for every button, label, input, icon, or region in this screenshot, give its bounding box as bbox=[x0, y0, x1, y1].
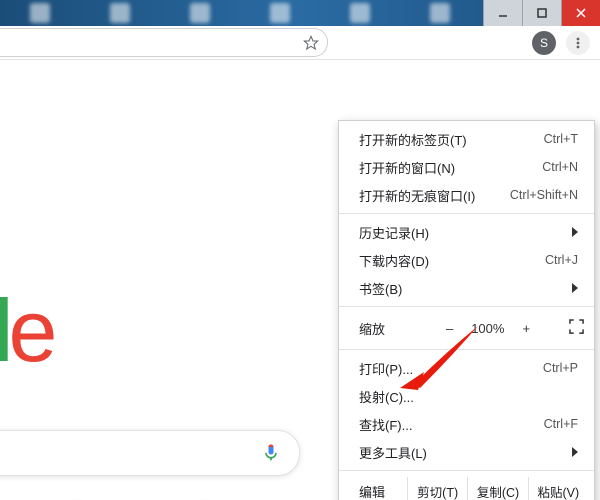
menu-print[interactable]: 打印(P)... Ctrl+P bbox=[339, 354, 594, 382]
zoom-level: 100% bbox=[471, 321, 504, 336]
chevron-right-icon bbox=[572, 227, 578, 237]
main-menu: 打开新的标签页(T) Ctrl+T 打开新的窗口(N) Ctrl+N 打开新的无… bbox=[338, 120, 595, 500]
menu-more-tools[interactable]: 更多工具(L) bbox=[339, 438, 594, 466]
search-box[interactable] bbox=[0, 430, 300, 476]
main-menu-button[interactable] bbox=[566, 31, 590, 55]
profile-avatar[interactable]: S bbox=[532, 31, 556, 55]
menu-edit: 编辑 剪切(T) 复制(C) 粘贴(V) bbox=[339, 475, 594, 500]
chevron-right-icon bbox=[572, 447, 578, 457]
browser-toolbar: S bbox=[0, 26, 600, 60]
menu-cast[interactable]: 投射(C)... bbox=[339, 382, 594, 410]
close-button[interactable] bbox=[561, 0, 600, 26]
edit-copy-button[interactable]: 复制(C) bbox=[467, 477, 527, 500]
zoom-in-button[interactable]: + bbox=[522, 321, 530, 336]
desktop-strip bbox=[0, 0, 600, 26]
menu-bookmarks[interactable]: 书签(B) bbox=[339, 274, 594, 302]
window-controls bbox=[483, 0, 600, 26]
menu-new-incognito[interactable]: 打开新的无痕窗口(I) Ctrl+Shift+N bbox=[339, 181, 594, 209]
chevron-right-icon bbox=[572, 283, 578, 293]
kebab-icon bbox=[571, 36, 585, 50]
menu-new-tab[interactable]: 打开新的标签页(T) Ctrl+T bbox=[339, 125, 594, 153]
minimize-button[interactable] bbox=[483, 0, 522, 26]
bookmark-star-icon[interactable] bbox=[303, 35, 319, 51]
fullscreen-button[interactable] bbox=[569, 319, 584, 337]
menu-downloads[interactable]: 下载内容(D) Ctrl+J bbox=[339, 246, 594, 274]
menu-new-window[interactable]: 打开新的窗口(N) Ctrl+N bbox=[339, 153, 594, 181]
menu-find[interactable]: 查找(F)... Ctrl+F bbox=[339, 410, 594, 438]
edit-paste-button[interactable]: 粘贴(V) bbox=[528, 477, 588, 500]
edit-cut-button[interactable]: 剪切(T) bbox=[407, 477, 467, 500]
menu-zoom: 缩放 – 100% + bbox=[339, 311, 594, 345]
voice-search-icon[interactable] bbox=[261, 442, 281, 465]
maximize-button[interactable] bbox=[522, 0, 561, 26]
menu-history[interactable]: 历史记录(H) bbox=[339, 218, 594, 246]
zoom-out-button[interactable]: – bbox=[446, 321, 453, 336]
google-logo: gle bbox=[0, 280, 52, 382]
address-bar[interactable] bbox=[0, 28, 328, 57]
